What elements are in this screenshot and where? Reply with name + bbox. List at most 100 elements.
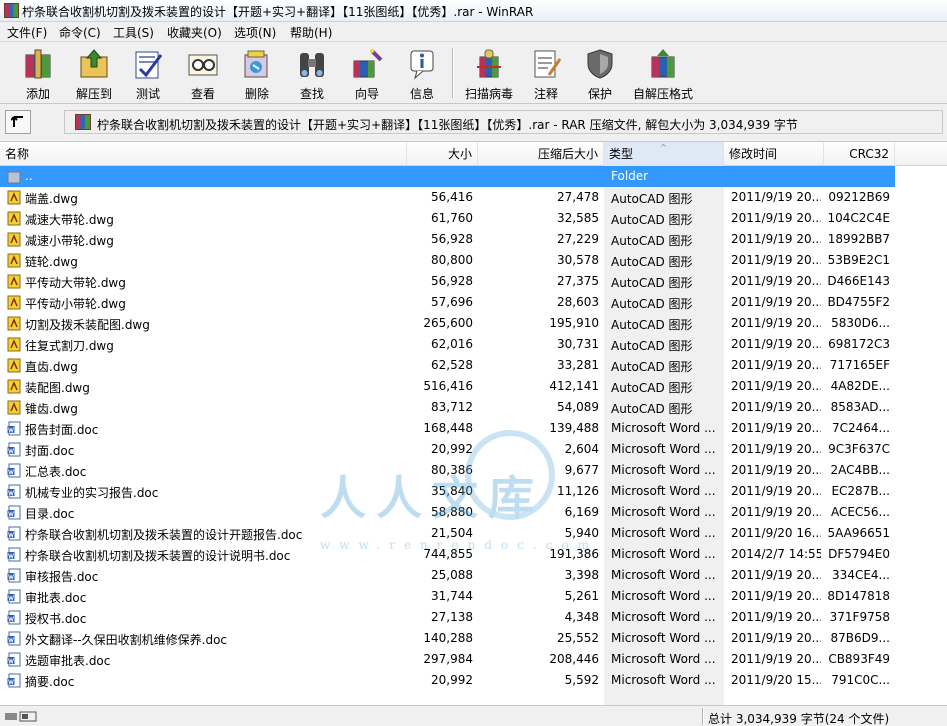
file-size: 31,744: [431, 589, 473, 603]
sfx-button[interactable]: 自解压格式: [630, 44, 696, 102]
file-crc32: 334CE4...: [832, 568, 890, 582]
test-button[interactable]: 测试: [124, 44, 172, 102]
file-type: AutoCAD 图形: [611, 276, 693, 290]
file-modified: 2011/9/19 20...: [731, 211, 821, 225]
file-crc32: 9C3F637C: [828, 442, 890, 456]
file-name: 机械专业的实习报告.doc: [25, 486, 159, 500]
file-type: AutoCAD 图形: [611, 213, 693, 227]
word-document-icon: [7, 589, 21, 604]
file-name: 锥齿.dwg: [25, 402, 78, 416]
file-modified: 2011/9/19 20...: [731, 274, 821, 288]
file-row[interactable]: 机械专业的实习报告.doc 35,840 11,126 Microsoft Word …: [0, 481, 947, 502]
autocad-file-icon: [7, 358, 21, 373]
word-document-icon: [7, 568, 21, 583]
file-row[interactable]: 锥齿.dwg 83,712 54,089 AutoCAD 图形 2011/9/19 20…: [0, 397, 947, 418]
file-row[interactable]: 柠条联合收割机切割及拨禾装置的设计开题报告.doc 21,504 5,940 Micr…: [0, 523, 947, 544]
column-packed-size[interactable]: 压缩后大小: [478, 142, 604, 166]
parent-folder-row[interactable]: .. Folder: [0, 166, 895, 187]
file-size: 56,928: [431, 274, 473, 288]
menu-bar: 文件(F) 命令(C) 工具(S) 收藏夹(O) 选项(N) 帮助(H): [0, 22, 947, 42]
menu-file[interactable]: 文件(F): [7, 24, 47, 41]
file-row[interactable]: 目录.doc 58,880 6,169 Microsoft Word ... 2011/…: [0, 502, 947, 523]
file-type: Microsoft Word ...: [611, 484, 716, 498]
file-row[interactable]: 外文翻译--久保田收割机维修保养.doc 140,288 25,552 Microso…: [0, 628, 947, 649]
file-type: Microsoft Word ...: [611, 463, 716, 477]
column-modified[interactable]: 修改时间: [724, 142, 824, 166]
file-row[interactable]: 直齿.dwg 62,528 33,281 AutoCAD 图形 2011/9/19 20…: [0, 355, 947, 376]
file-row[interactable]: 选题审批表.doc 297,984 208,446 Microsoft Word ..…: [0, 649, 947, 670]
file-crc32: 371F9758: [829, 610, 890, 624]
file-row[interactable]: 平传动小带轮.dwg 57,696 28,603 AutoCAD 图形 2011/9/1…: [0, 292, 947, 313]
file-row[interactable]: 端盖.dwg 56,416 27,478 AutoCAD 图形 2011/9/19 20…: [0, 187, 947, 208]
file-size: 56,416: [431, 190, 473, 204]
file-crc32: 8D147818: [827, 589, 890, 603]
file-row[interactable]: 审核报告.doc 25,088 3,398 Microsoft Word ... 201…: [0, 565, 947, 586]
comment-button[interactable]: 注释: [522, 44, 570, 102]
file-packed-size: 27,478: [557, 190, 599, 204]
file-crc32: 53B9E2C1: [827, 253, 890, 267]
find-binoculars-icon: [295, 47, 329, 81]
file-row[interactable]: 平传动大带轮.dwg 56,928 27,375 AutoCAD 图形 2011/9/1…: [0, 271, 947, 292]
file-list[interactable]: 名称 大小 压缩后大小 类型 修改时间 CRC32 ^ .. Folder 端盖…: [0, 142, 947, 705]
file-crc32: 104C2C4E: [827, 211, 890, 225]
file-name: 往复式割刀.dwg: [25, 339, 114, 353]
protect-button[interactable]: 保护: [576, 44, 624, 102]
extract-to-button[interactable]: 解压到: [68, 44, 120, 102]
file-type: Microsoft Word ...: [611, 568, 716, 582]
file-size: 27,138: [431, 610, 473, 624]
view-button[interactable]: 查看: [179, 44, 227, 102]
file-row[interactable]: 摘要.doc 20,992 5,592 Microsoft Word ... 2011/…: [0, 670, 947, 691]
file-row[interactable]: 授权书.doc 27,138 4,348 Microsoft Word ... 2011…: [0, 607, 947, 628]
file-crc32: 4A82DE...: [830, 379, 890, 393]
file-row[interactable]: 柠条联合收割机切割及拨禾装置的设计说明书.doc 744,855 191,386 Mi…: [0, 544, 947, 565]
file-packed-size: 195,910: [549, 316, 599, 330]
menu-tools[interactable]: 工具(S): [113, 24, 154, 41]
wizard-button[interactable]: 向导: [343, 44, 391, 102]
parent-folder-icon: [7, 171, 21, 184]
info-button[interactable]: 信息: [398, 44, 446, 102]
menu-favorites[interactable]: 收藏夹(O): [167, 24, 222, 41]
menu-options[interactable]: 选项(N): [234, 24, 276, 41]
autocad-file-icon: [7, 253, 21, 268]
virus-scan-button[interactable]: 扫描病毒: [460, 44, 518, 102]
file-modified: 2011/9/19 20...: [731, 610, 821, 624]
file-crc32: 09212B69: [828, 190, 890, 204]
column-size[interactable]: 大小: [407, 142, 478, 166]
file-row[interactable]: 报告封面.doc 168,448 139,488 Microsoft Word ...…: [0, 418, 947, 439]
file-name: 授权书.doc: [25, 612, 87, 626]
file-row[interactable]: 封面.doc 20,992 2,604 Microsoft Word ... 2011/…: [0, 439, 947, 460]
file-row[interactable]: 减速大带轮.dwg 61,760 32,585 AutoCAD 图形 2011/9/19…: [0, 208, 947, 229]
column-name[interactable]: 名称: [0, 142, 407, 166]
file-modified: 2011/9/19 20...: [731, 442, 821, 456]
file-size: 83,712: [431, 400, 473, 414]
file-crc32: EC287B...: [831, 484, 890, 498]
file-crc32: D466E143: [827, 274, 890, 288]
file-row[interactable]: 减速小带轮.dwg 56,928 27,229 AutoCAD 图形 2011/9/19…: [0, 229, 947, 250]
delete-button[interactable]: 删除: [233, 44, 281, 102]
file-name: 报告封面.doc: [25, 423, 99, 437]
file-modified: 2011/9/19 20...: [731, 337, 821, 351]
file-row[interactable]: 审批表.doc 31,744 5,261 Microsoft Word ... 2011…: [0, 586, 947, 607]
file-type: Microsoft Word ...: [611, 526, 716, 540]
file-name: 审批表.doc: [25, 591, 87, 605]
file-row[interactable]: 链轮.dwg 80,800 30,578 AutoCAD 图形 2011/9/19 20…: [0, 250, 947, 271]
file-row[interactable]: 往复式割刀.dwg 62,016 30,731 AutoCAD 图形 2011/9/19…: [0, 334, 947, 355]
file-row[interactable]: 装配图.dwg 516,416 412,141 AutoCAD 图形 2011/9/19…: [0, 376, 947, 397]
file-row[interactable]: 汇总表.doc 80,386 9,677 Microsoft Word ... 2011…: [0, 460, 947, 481]
file-name: 摘要.doc: [25, 675, 75, 689]
add-button[interactable]: 添加: [12, 44, 64, 102]
up-folder-button[interactable]: [5, 110, 31, 134]
find-button[interactable]: 查找: [288, 44, 336, 102]
file-packed-size: 3,398: [564, 568, 599, 582]
file-packed-size: 27,229: [557, 232, 599, 246]
menu-help[interactable]: 帮助(H): [290, 24, 332, 41]
file-row[interactable]: 切割及拨禾装配图.dwg 265,600 195,910 AutoCAD 图形 2011…: [0, 313, 947, 334]
archive-path-field[interactable]: 柠条联合收割机切割及拨禾装置的设计【开题+实习+翻译】【11张图纸】【优秀】.r…: [64, 110, 943, 134]
winrar-app-icon: [4, 3, 19, 18]
file-name: 外文翻译--久保田收割机维修保养.doc: [25, 633, 228, 647]
sort-arrow-icon: ^: [660, 143, 667, 152]
menu-commands[interactable]: 命令(C): [59, 24, 101, 41]
column-crc32[interactable]: CRC32: [824, 142, 895, 166]
file-crc32: 87B6D9...: [830, 631, 890, 645]
file-packed-size: 32,585: [557, 211, 599, 225]
